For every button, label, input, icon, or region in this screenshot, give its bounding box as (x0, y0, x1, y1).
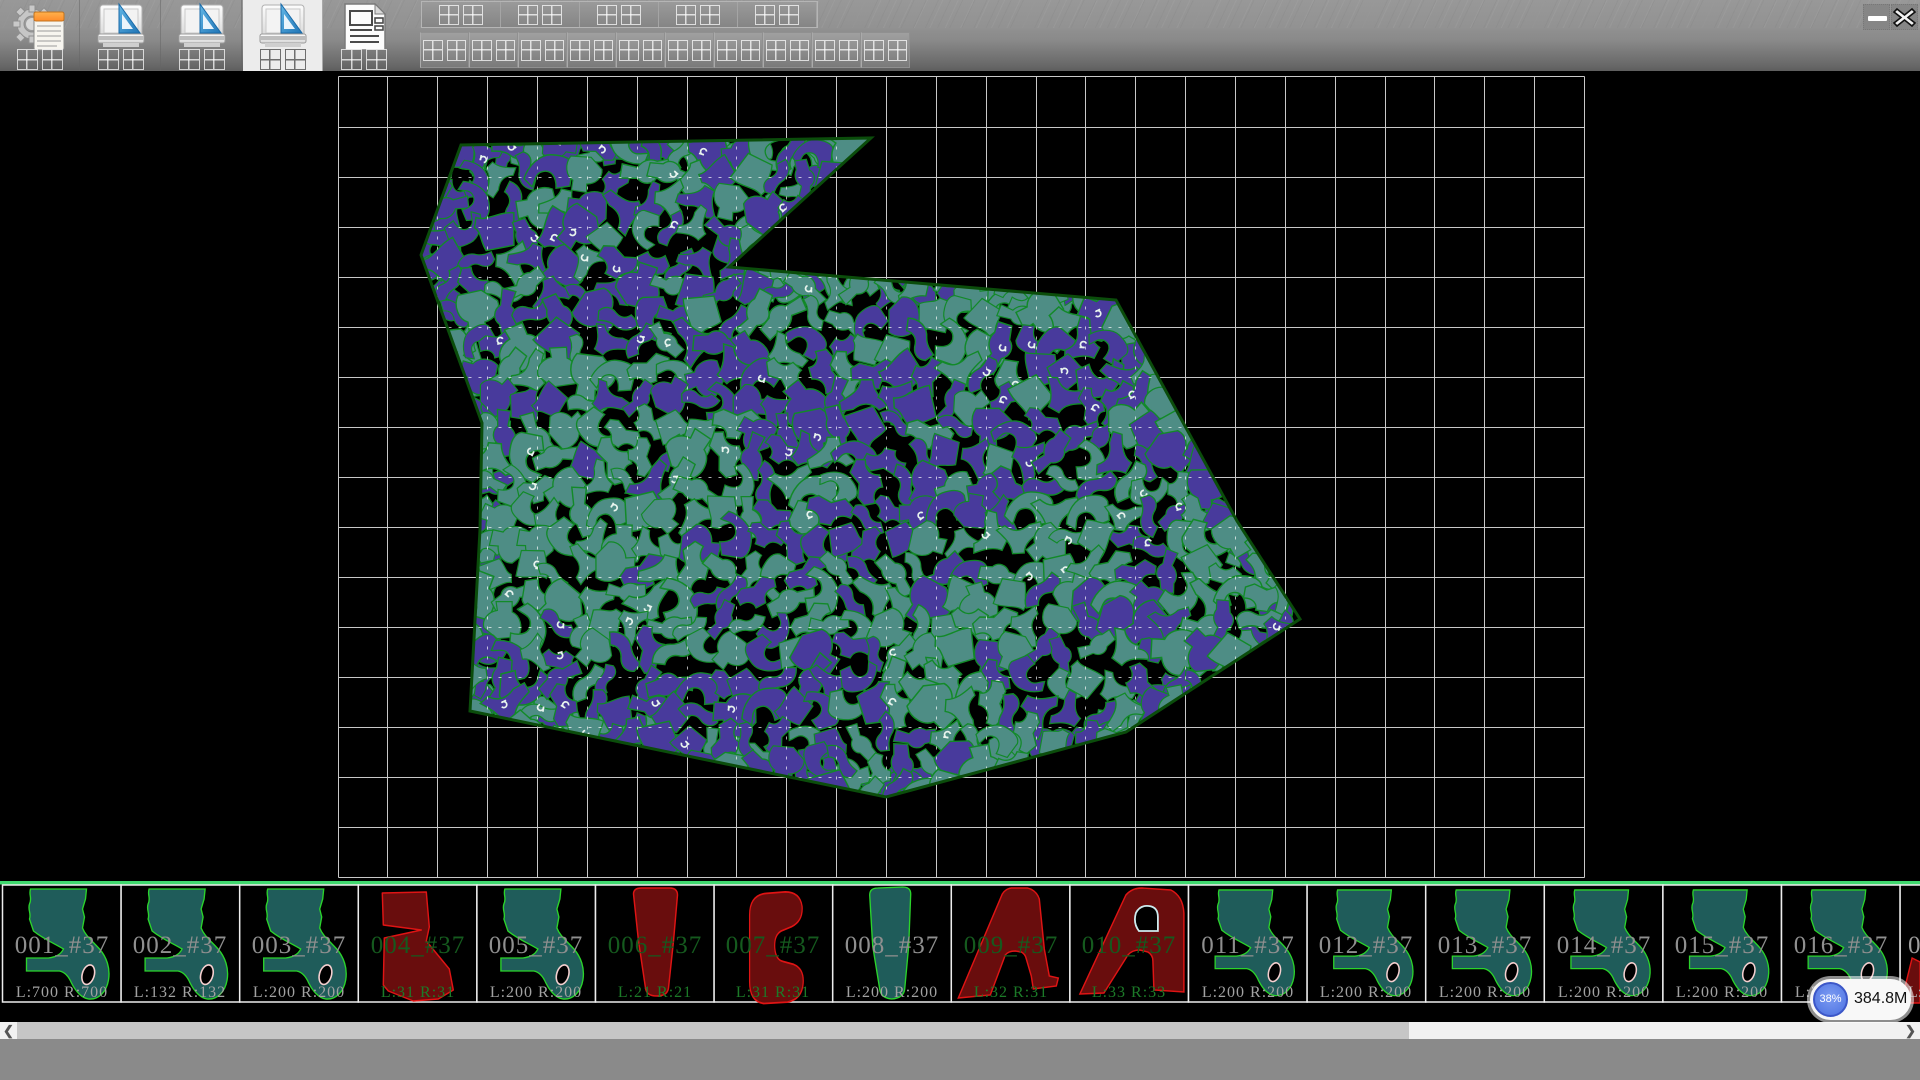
svg-text:013_#37: 013_#37 (1438, 932, 1533, 959)
svg-text:L:32 R:31: L:32 R:31 (974, 984, 1048, 1001)
svg-text:L:200 R:200: L:200 R:200 (1320, 984, 1412, 1001)
svg-text:004_#37: 004_#37 (371, 932, 466, 959)
svg-text:010_#37: 010_#37 (1082, 932, 1177, 959)
svg-text:017_#37: 017_#37 (1908, 932, 1920, 959)
svg-text:016_#37: 016_#37 (1794, 932, 1889, 959)
svg-text:015_#37: 015_#37 (1675, 932, 1770, 959)
svg-text:L:200 R:200: L:200 R:200 (253, 984, 345, 1001)
svg-text:L:132 R:132: L:132 R:132 (134, 984, 226, 1001)
svg-text:007_#37: 007_#37 (726, 932, 821, 959)
svg-text:005_#37: 005_#37 (489, 932, 584, 959)
svg-text:L:200 R:200: L:200 R:200 (1202, 984, 1294, 1001)
svg-text:014_#37: 014_#37 (1557, 932, 1652, 959)
svg-text:003_#37: 003_#37 (252, 932, 347, 959)
svg-text:L:200 R:200: L:200 R:200 (1439, 984, 1531, 1001)
svg-text:L:33 R:33: L:33 R:33 (1092, 984, 1166, 1001)
svg-text:L:200 R:200: L:200 R:200 (846, 984, 938, 1001)
svg-text:002_#37: 002_#37 (133, 932, 228, 959)
svg-text:L:21 R:21: L:21 R:21 (618, 984, 692, 1001)
svg-text:008_#37: 008_#37 (845, 932, 940, 959)
svg-text:L:31 R:31: L:31 R:31 (381, 984, 455, 1001)
svg-text:L:31 R:31: L:31 R:31 (736, 984, 810, 1001)
svg-text:009_#37: 009_#37 (964, 932, 1059, 959)
svg-text:L:200 R:200: L:200 R:200 (1676, 984, 1768, 1001)
svg-text:012_#37: 012_#37 (1319, 932, 1414, 959)
svg-text:006_#37: 006_#37 (608, 932, 703, 959)
svg-text:L:200 R:200: L:200 R:200 (490, 984, 582, 1001)
svg-text:L:700 R:700: L:700 R:700 (16, 984, 108, 1001)
svg-text:011_#37: 011_#37 (1201, 932, 1295, 959)
svg-text:001_#37: 001_#37 (15, 932, 110, 959)
svg-text:L:200 R:200: L:200 R:200 (1558, 984, 1650, 1001)
